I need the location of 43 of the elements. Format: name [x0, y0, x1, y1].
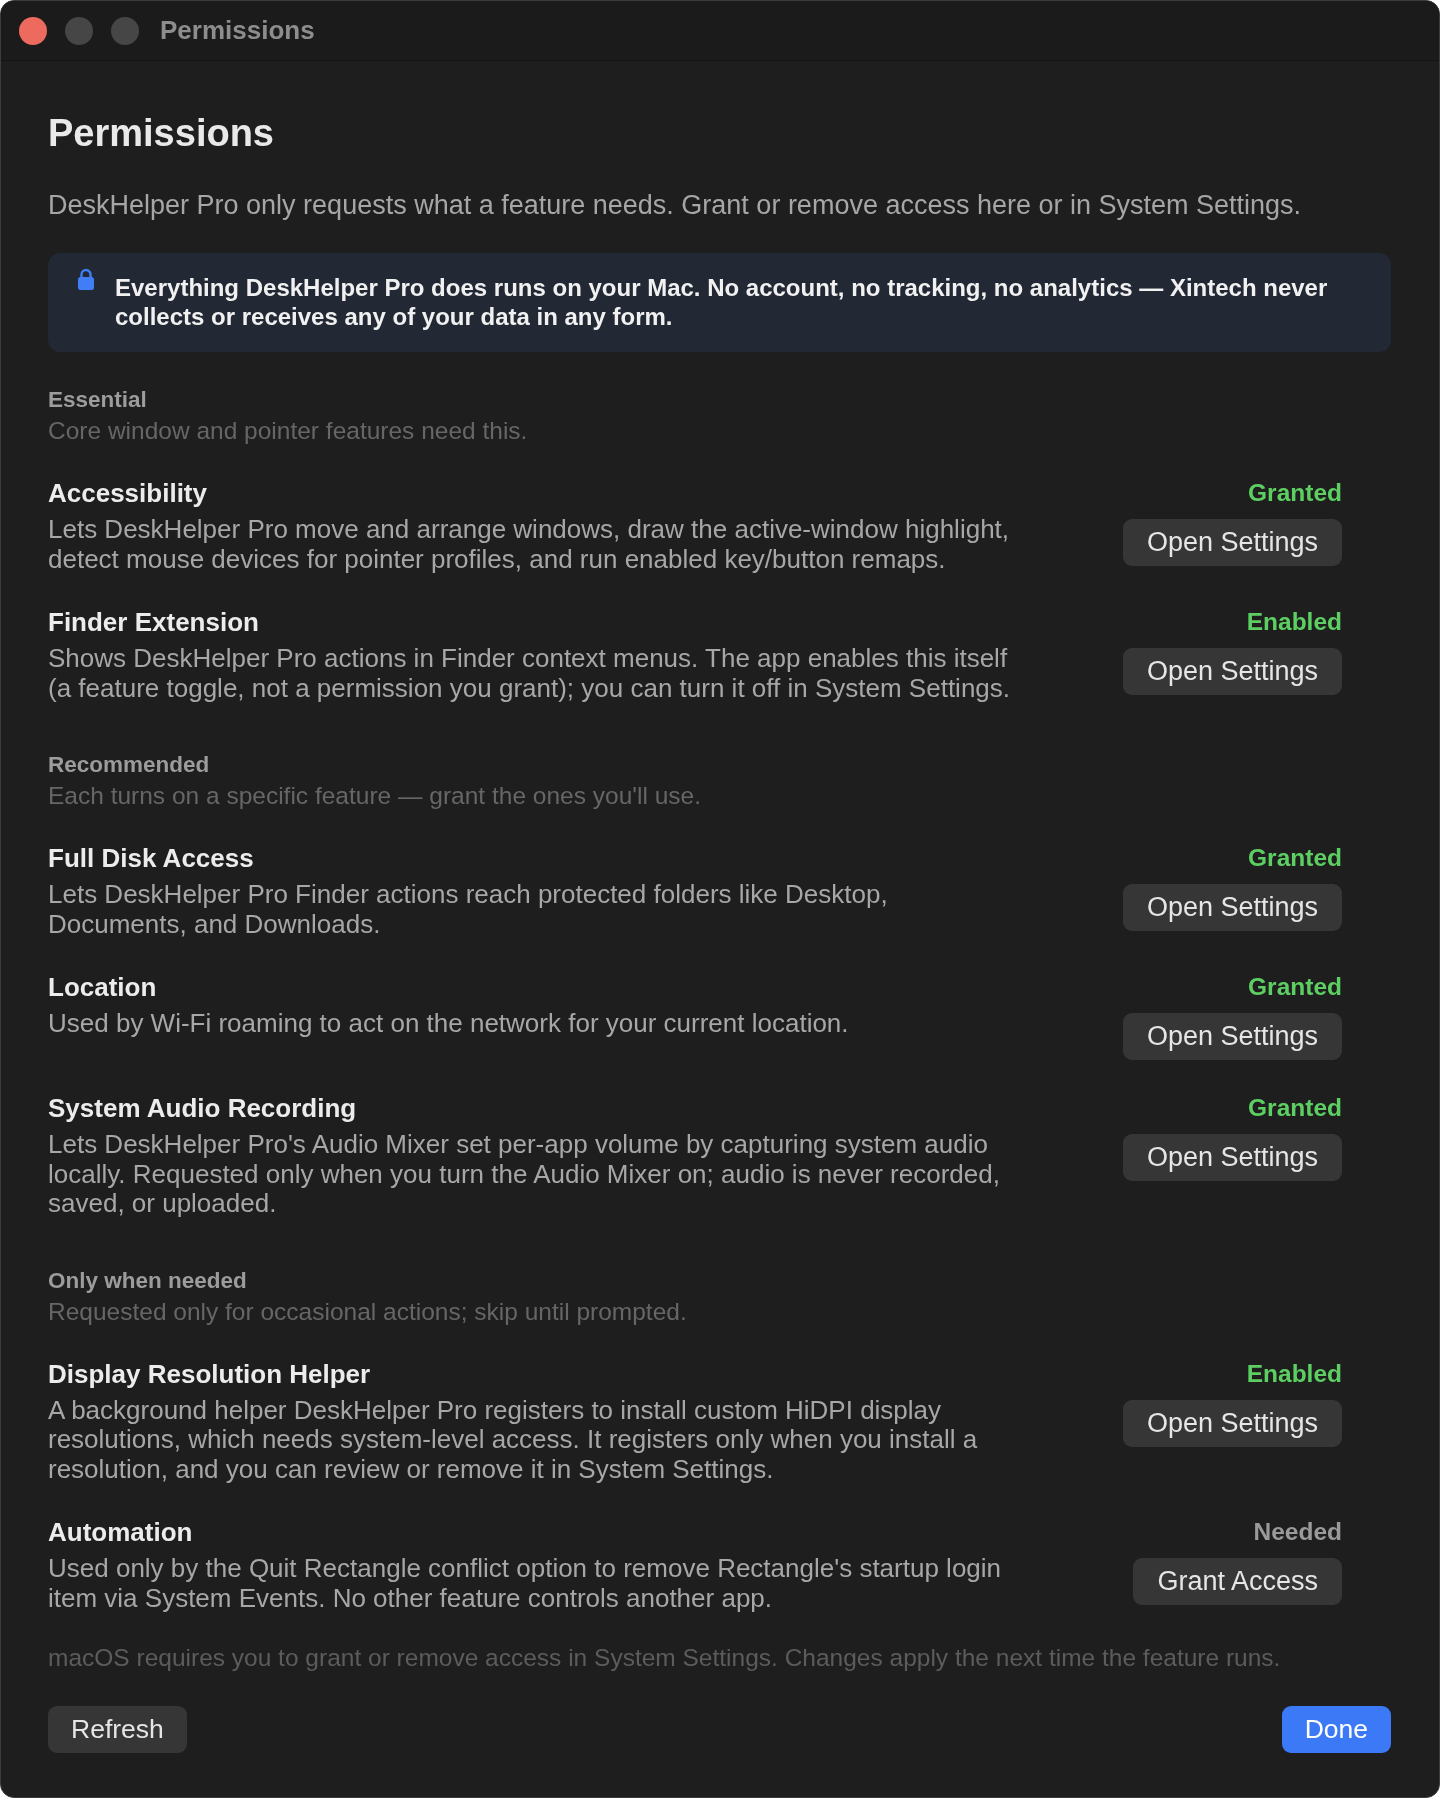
section-heading: Only when needed	[48, 1266, 248, 1295]
refresh-button[interactable]: Refresh	[48, 1706, 187, 1753]
status-label: Granted	[1248, 478, 1342, 508]
lock-icon	[78, 268, 94, 290]
status-label: Enabled	[1246, 1358, 1342, 1389]
permission-description: Lets DeskHelper Pro's Audio Mixer set per-app volume by capturing system audio locally. Requested only when you turn the Audio Mixer on; audio is never recorded, saved, or uploaded.	[48, 1130, 1001, 1219]
action-button[interactable]: Open Settings	[1122, 648, 1342, 695]
action-button[interactable]: Grant Access	[1133, 1558, 1342, 1605]
permission-description: Used only by the Quit Rectangle conflict option to remove Rectangle's startup login item via System Events. No other feature controls another app.	[48, 1554, 1003, 1613]
permission-description: Lets DeskHelper Pro Finder actions reach protected folders like Desktop, Documents, and Downloads.	[48, 880, 889, 939]
permission-description: A background helper DeskHelper Pro registers to install custom HiDPI display resolutions, which needs system-level access. It registers only when you install a resolution, and you can review or remove it in System Settings.	[48, 1395, 979, 1484]
status-label: Granted	[1248, 1093, 1342, 1123]
permission-title: Finder Extension	[48, 607, 260, 637]
permission-title: Location	[48, 972, 158, 1002]
status-label: Enabled	[1246, 607, 1342, 637]
permission-title: Full Disk Access	[48, 843, 255, 873]
section-description: Each turns on a specific feature — grant the ones you'll use.	[48, 782, 702, 810]
section-description: Requested only for occasional actions; skip until prompted.	[48, 1297, 688, 1326]
action-button[interactable]: Open Settings	[1122, 884, 1342, 931]
action-button[interactable]: Open Settings	[1122, 519, 1342, 566]
action-button[interactable]: Open Settings	[1122, 1134, 1342, 1181]
permission-description: Shows DeskHelper Pro actions in Finder context menus. The app enables this itself (a feature toggle, not a permission you grant); you can turn it off in System Settings.	[48, 644, 1012, 703]
action-button[interactable]: Open Settings	[1122, 1399, 1342, 1447]
section-heading: Recommended	[48, 751, 211, 779]
status-label: Granted	[1248, 843, 1342, 873]
status-label: Granted	[1248, 972, 1342, 1002]
page-subtitle: DeskHelper Pro only requests what a feature needs. Grant or remove access here or in System Settings.	[48, 190, 1303, 220]
permission-title: System Audio Recording	[48, 1093, 358, 1123]
done-button[interactable]: Done	[1281, 1706, 1391, 1753]
section-description: Core window and pointer features need this.	[48, 417, 529, 445]
permission-description: Used by Wi-Fi roaming to act on the network for your current location.	[48, 1009, 850, 1039]
privacy-note: Everything DeskHelper Pro does runs on your Mac. No account, no tracking, no analytics — Xintech never collects or receives any of your data in any form.	[115, 273, 1329, 331]
page-title: Permissions	[48, 111, 275, 156]
window-title: Permissions	[160, 15, 315, 46]
footer-note: macOS requires you to grant or remove access in System Settings. Changes apply the next time the feature runs.	[48, 1644, 1282, 1672]
permission-title: Display Resolution Helper	[48, 1358, 372, 1389]
permission-title: Accessibility	[48, 478, 208, 508]
section-heading: Essential	[48, 386, 148, 414]
permission-description: Lets DeskHelper Pro move and arrange windows, draw the active-window highlight, detect mouse devices for pointer profiles, and run enabled key/button remaps.	[48, 515, 1011, 574]
status-label: Needed	[1253, 1517, 1342, 1547]
action-button[interactable]: Open Settings	[1122, 1013, 1342, 1060]
close-button[interactable]	[19, 16, 47, 45]
permission-title: Automation	[48, 1517, 194, 1547]
